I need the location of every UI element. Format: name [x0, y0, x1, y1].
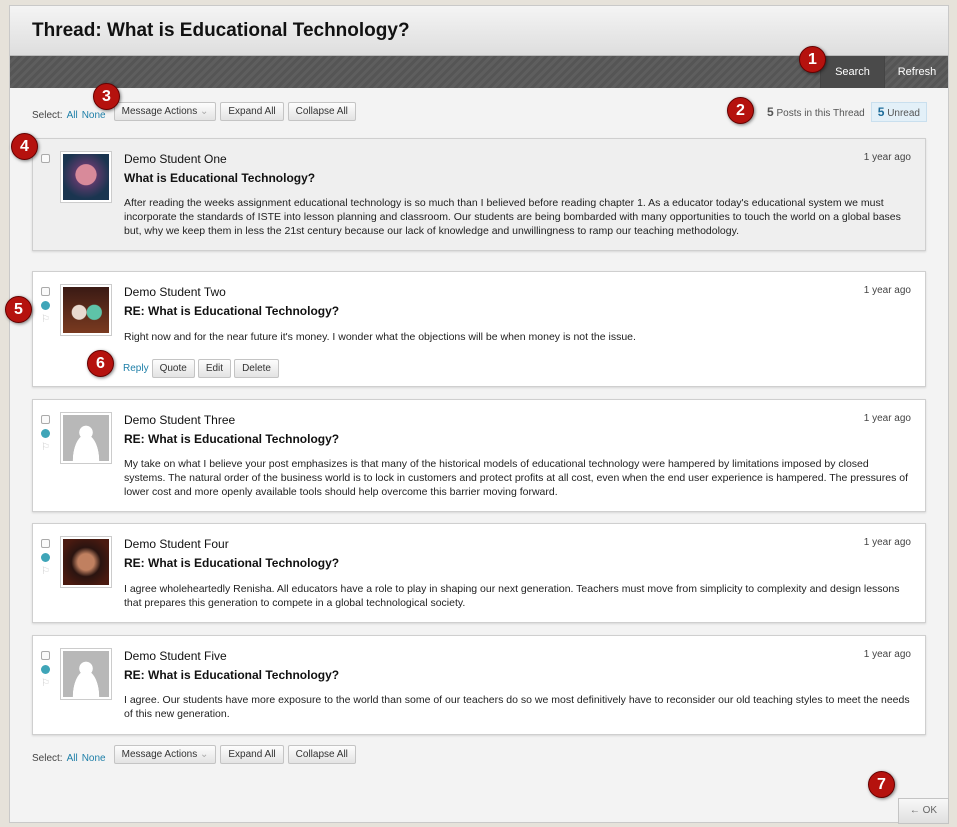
message-actions-dropdown[interactable]: Message Actions ⌄ [113, 102, 217, 121]
unread-dot-icon[interactable] [41, 665, 50, 674]
avatar [60, 648, 112, 700]
post-subject: RE: What is Educational Technology? [124, 432, 340, 446]
post-subject: RE: What is Educational Technology? [124, 304, 340, 318]
post-item[interactable]: Demo Student One 1 year ago What is Educ… [32, 138, 926, 251]
post-checkbox[interactable] [41, 287, 50, 296]
post-subject: What is Educational Technology? [124, 171, 316, 185]
post-body: My take on what I believe your post emph… [124, 458, 909, 498]
avatar [60, 284, 112, 336]
posts-count: 5 Posts in this Thread [767, 105, 865, 119]
select-none-link[interactable]: None [82, 753, 106, 764]
collapse-all-button[interactable]: Collapse All [287, 102, 356, 121]
post-body: I agree. Our students have more exposure… [124, 694, 910, 720]
post-checkbox[interactable] [41, 415, 50, 424]
flag-icon[interactable]: ⚐ [41, 314, 50, 325]
post-item[interactable]: ⚐ Demo Student Three 1 year ago RE: What… [32, 399, 926, 512]
post-author: Demo Student Four [124, 537, 229, 551]
post-actions: Reply Quote Edit Delete [123, 359, 279, 378]
post-checkbox[interactable] [41, 154, 50, 163]
callout-marker: 1 [799, 46, 826, 73]
collapse-all-button[interactable]: Collapse All [287, 745, 356, 764]
callout-marker: 4 [11, 133, 38, 160]
post-item[interactable]: ⚐ Demo Student Two 1 year ago RE: What i… [32, 271, 926, 387]
message-actions-label: Message Actions [121, 749, 198, 760]
top-toolbar: Select: All None Message Actions ⌄ Expan… [32, 102, 356, 121]
expand-all-button[interactable]: Expand All [220, 102, 284, 121]
callout-marker: 3 [93, 83, 120, 110]
select-none-link[interactable]: None [82, 110, 106, 121]
expand-all-button[interactable]: Expand All [220, 745, 284, 764]
unread-badge[interactable]: 5 Unread [870, 102, 927, 122]
post-author: Demo Student Five [124, 649, 227, 663]
message-actions-label: Message Actions [121, 106, 198, 117]
avatar [60, 412, 112, 464]
callout-marker: 7 [868, 771, 895, 798]
refresh-button[interactable]: Refresh [884, 56, 949, 88]
post-time: 1 year ago [863, 152, 911, 163]
bottom-toolbar: Select: All None Message Actions ⌄ Expan… [32, 745, 356, 764]
post-time: 1 year ago [863, 649, 911, 660]
avatar [60, 536, 112, 588]
post-item[interactable]: ⚐ Demo Student Four 1 year ago RE: What … [32, 523, 926, 623]
callout-marker: 5 [5, 296, 32, 323]
message-actions-dropdown[interactable]: Message Actions ⌄ [113, 745, 217, 764]
select-label: Select: [32, 753, 63, 764]
flag-icon[interactable]: ⚐ [41, 442, 50, 453]
unread-dot-icon[interactable] [41, 301, 50, 310]
chevron-down-icon: ⌄ [200, 106, 209, 117]
edit-button[interactable]: Edit [197, 359, 232, 378]
post-subject: RE: What is Educational Technology? [124, 556, 340, 570]
quote-button[interactable]: Quote [151, 359, 195, 378]
ok-button[interactable]: ← OK [898, 798, 949, 824]
delete-button[interactable]: Delete [234, 359, 279, 378]
post-author: Demo Student Three [124, 413, 236, 427]
flag-icon[interactable]: ⚐ [41, 566, 50, 577]
reply-link[interactable]: Reply [123, 363, 149, 374]
thread-stats: 5 Posts in this Thread 5 Unread [767, 102, 927, 122]
post-checkbox[interactable] [41, 651, 50, 660]
post-body: Right now and for the near future it's m… [124, 331, 636, 343]
callout-marker: 2 [727, 97, 754, 124]
unread-dot-icon[interactable] [41, 553, 50, 562]
select-all-link[interactable]: All [67, 753, 78, 764]
select-all-link[interactable]: All [67, 110, 78, 121]
post-author: Demo Student One [124, 152, 227, 166]
post-checkbox[interactable] [41, 539, 50, 548]
post-author: Demo Student Two [124, 285, 226, 299]
unread-dot-icon[interactable] [41, 429, 50, 438]
post-time: 1 year ago [863, 413, 911, 424]
post-time: 1 year ago [863, 537, 911, 548]
post-body: After reading the weeks assignment educa… [124, 197, 901, 237]
chevron-down-icon: ⌄ [200, 749, 209, 760]
post-item[interactable]: ⚐ Demo Student Five 1 year ago RE: What … [32, 635, 926, 735]
callout-marker: 6 [87, 350, 114, 377]
post-body: I agree wholeheartedly Renisha. All educ… [124, 583, 900, 609]
select-label: Select: [32, 110, 63, 121]
avatar [60, 151, 112, 203]
post-time: 1 year ago [863, 285, 911, 296]
flag-icon[interactable]: ⚐ [41, 678, 50, 689]
page-title: Thread: What is Educational Technology? [32, 20, 410, 41]
post-subject: RE: What is Educational Technology? [124, 668, 340, 682]
search-button[interactable]: Search [820, 56, 884, 88]
